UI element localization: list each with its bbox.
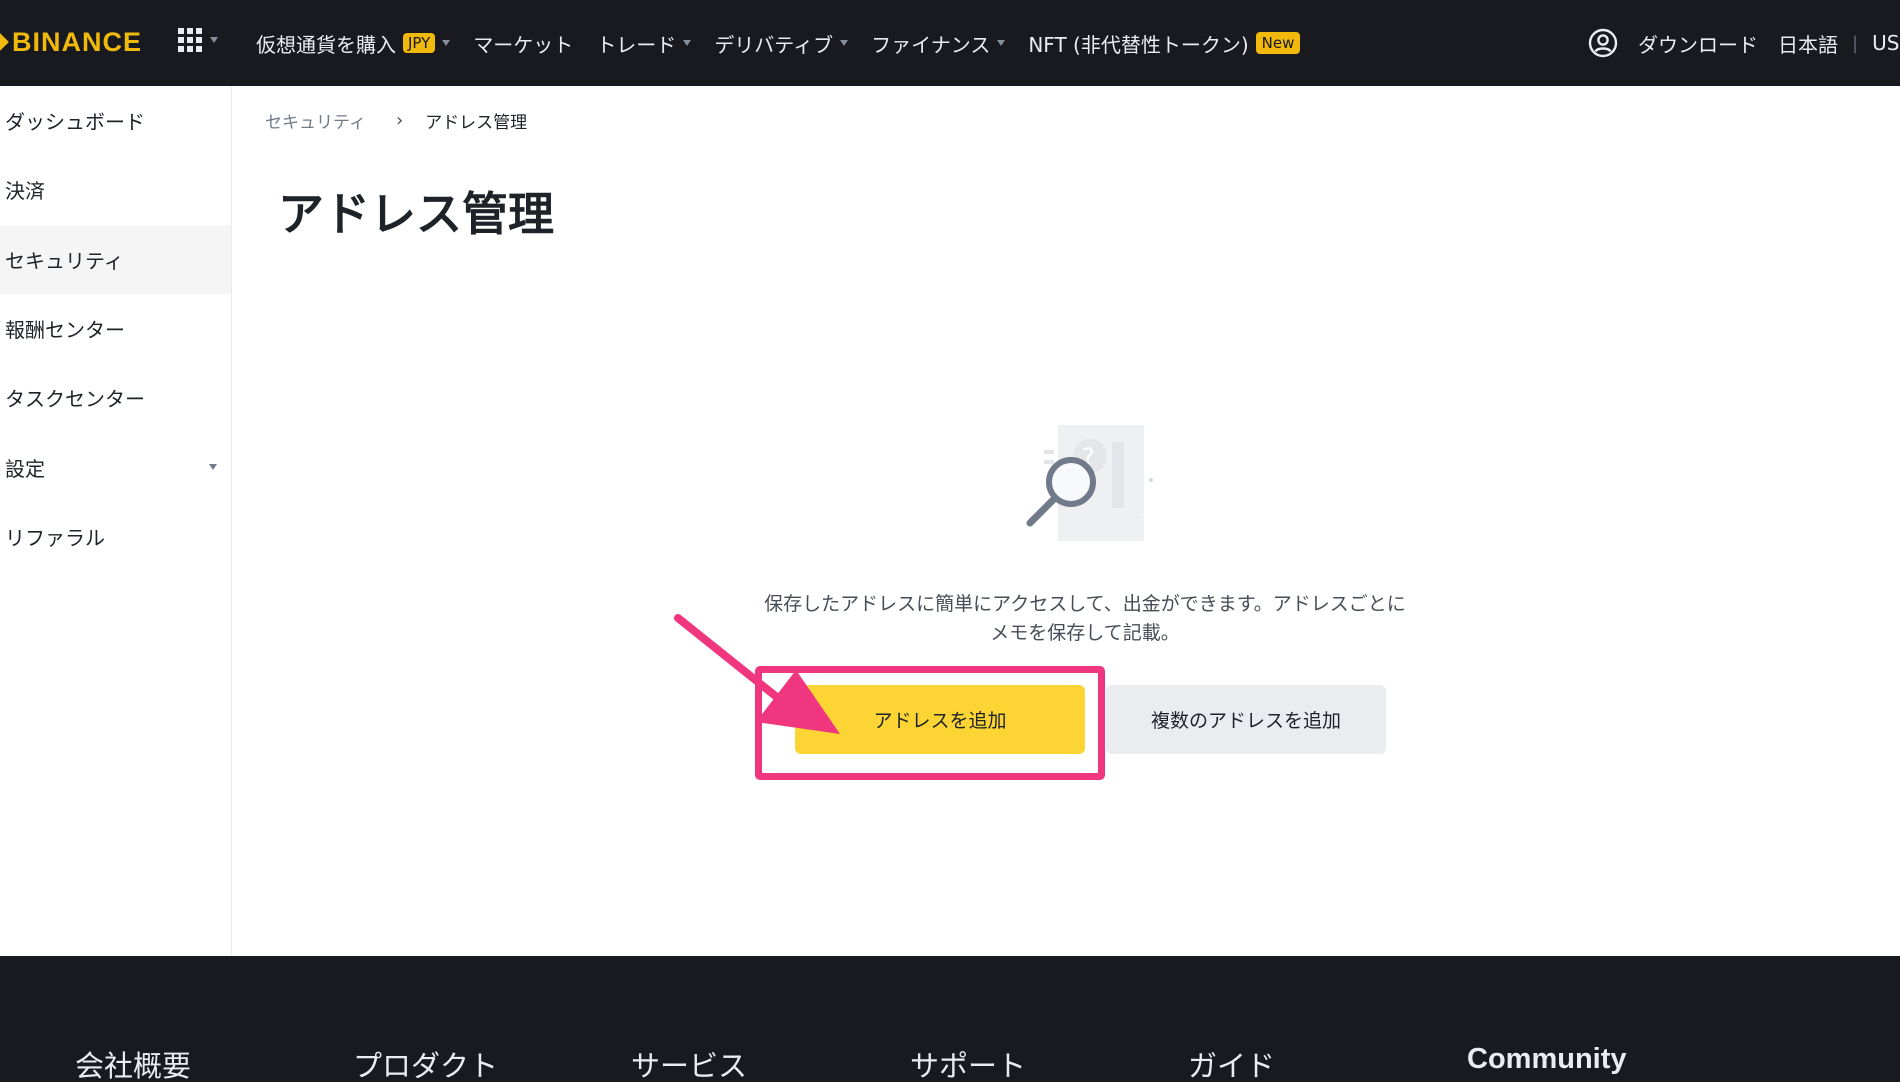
breadcrumb: セキュリティ › アドレス管理 (265, 108, 527, 133)
nav-right-group: ダウンロード 日本語 | US (1588, 0, 1899, 86)
brand-name: BINANCE (12, 26, 143, 57)
chevron-down-icon (840, 40, 849, 46)
nav-label: NFT (非代替性トークン) (1028, 32, 1249, 57)
sidebar-item-payment[interactable]: 決済 (0, 155, 231, 224)
binance-logo-icon (0, 32, 9, 52)
top-navigation-bar: BINANCE 仮想通貨を購入 JPY マーケット トレード デリバティブ ファ… (0, 0, 1900, 86)
footer-support-heading[interactable]: サポート (910, 1043, 1026, 1082)
grid-icon (178, 28, 202, 52)
nav-label: 仮想通貨を購入 (256, 32, 396, 57)
empty-state-message: 保存したアドレスに簡単にアクセスして、出金ができます。アドレスごとに メモを保存… (730, 590, 1440, 648)
nav-label: デリバティブ (714, 32, 834, 57)
empty-search-illustration-icon: ? (1026, 425, 1153, 541)
currency-selector[interactable]: US (1872, 31, 1899, 55)
footer-guide-heading[interactable]: ガイド (1188, 1043, 1275, 1082)
chevron-down-icon (442, 40, 451, 46)
sidebar-item-label: ダッシュボード (5, 110, 145, 134)
chevron-down-icon (997, 40, 1006, 46)
add-multiple-addresses-button[interactable]: 複数のアドレスを追加 (1106, 685, 1386, 754)
sidebar-item-label: 報酬センター (5, 318, 125, 342)
sidebar-item-label: 設定 (5, 457, 45, 481)
sidebar-item-task-center[interactable]: タスクセンター (0, 363, 231, 432)
chevron-down-icon (683, 40, 692, 46)
empty-state-line-2: メモを保存して記載。 (990, 622, 1180, 644)
sidebar-item-referral[interactable]: リファラル (0, 502, 231, 571)
sidebar-item-dashboard[interactable]: ダッシュボード (0, 86, 231, 155)
add-address-button[interactable]: アドレスを追加 (795, 685, 1085, 754)
sidebar-item-label: タスクセンター (5, 387, 145, 411)
binance-logo[interactable]: BINANCE (0, 22, 142, 62)
chevron-right-icon: › (395, 110, 404, 131)
sidebar-item-label: リファラル (5, 526, 105, 550)
nav-buy-crypto[interactable]: 仮想通貨を購入 JPY (256, 29, 451, 58)
breadcrumb-current: アドレス管理 (425, 113, 528, 133)
sidebar-item-label: 決済 (5, 179, 45, 203)
empty-state-line-1: 保存したアドレスに簡単にアクセスして、出金ができます。アドレスごとに (764, 593, 1406, 615)
footer-company-heading[interactable]: 会社概要 (75, 1043, 191, 1082)
sidebar-item-rewards-center[interactable]: 報酬センター (0, 294, 231, 363)
nav-nft[interactable]: NFT (非代替性トークン) New (1028, 29, 1301, 58)
page-title: アドレス管理 (278, 187, 554, 241)
footer-community-heading[interactable]: Community (1467, 1043, 1627, 1076)
language-selector[interactable]: 日本語 (1778, 29, 1838, 58)
download-link[interactable]: ダウンロード (1638, 29, 1758, 58)
nav-label: ファイナンス (871, 32, 991, 57)
chevron-down-icon (210, 37, 218, 43)
apps-menu-button[interactable] (178, 28, 218, 52)
sidebar: ダッシュボード 決済 セキュリティ 報酬センター タスクセンター 設定 リファラ… (0, 86, 232, 956)
nav-label: マーケット (473, 32, 574, 57)
sidebar-item-settings[interactable]: 設定 (0, 433, 231, 502)
footer-products-heading[interactable]: プロダクト (353, 1043, 498, 1082)
currency-badge: JPY (403, 33, 436, 53)
nav-finance[interactable]: ファイナンス (871, 29, 1006, 58)
sidebar-item-label: セキュリティ (5, 249, 124, 273)
nav-trade[interactable]: トレード (596, 29, 692, 58)
divider: | (1852, 32, 1859, 54)
new-badge: New (1255, 32, 1301, 54)
main-nav: 仮想通貨を購入 JPY マーケット トレード デリバティブ ファイナンス NFT… (256, 0, 1323, 86)
nav-derivatives[interactable]: デリバティブ (714, 29, 849, 58)
nav-markets[interactable]: マーケット (473, 29, 573, 58)
breadcrumb-security-link[interactable]: セキュリティ (265, 108, 366, 133)
sidebar-item-security[interactable]: セキュリティ (0, 225, 231, 294)
footer-services-heading[interactable]: サービス (631, 1043, 747, 1082)
user-account-icon[interactable] (1588, 28, 1618, 58)
chevron-down-icon (209, 464, 217, 470)
nav-label: トレード (596, 32, 677, 57)
